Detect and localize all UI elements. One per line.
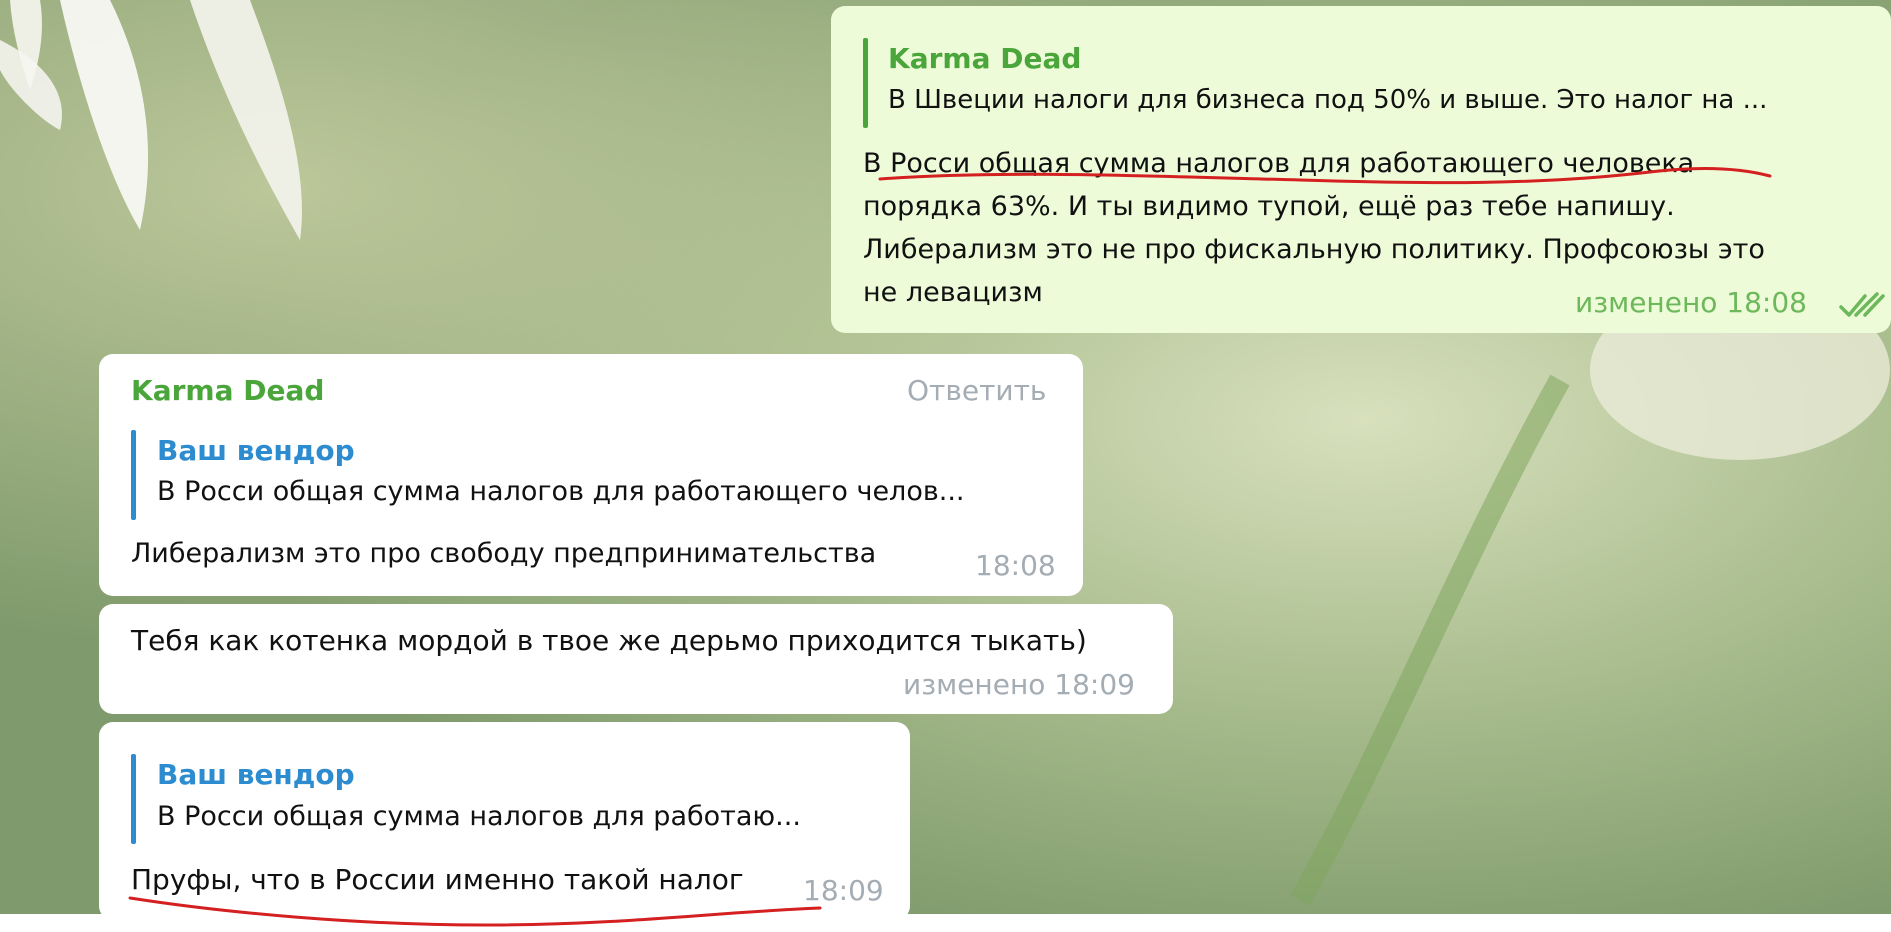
message-outgoing[interactable]: Karma Dead В Швеции налоги для бизнеса п… — [831, 6, 1891, 333]
reply-quote-text[interactable]: В Швеции налоги для бизнеса под 50% и вы… — [888, 85, 1767, 115]
message-text-line: Либерализм это не про фискальную политик… — [863, 234, 1765, 265]
message-text-line: не левацизм — [863, 277, 1043, 308]
message-incoming[interactable]: Тебя как котенка мордой в твое же дерьмо… — [99, 604, 1173, 714]
reply-quote-text[interactable]: В Росси общая сумма налогов для работающ… — [157, 476, 965, 507]
reply-quote-bar — [863, 38, 868, 128]
message-incoming[interactable]: Karma Dead Ответить Ваш вендор В Росси о… — [99, 354, 1083, 596]
reply-quote-sender[interactable]: Ваш вендор — [157, 758, 355, 791]
reply-quote-text[interactable]: В Росси общая сумма налогов для работаю.… — [157, 801, 801, 832]
message-timestamp: 18:08 — [975, 549, 1056, 582]
reply-quote-sender[interactable]: Ваш вендор — [157, 434, 355, 467]
message-text-line: Пруфы, что в России именно такой налог — [131, 863, 744, 896]
message-text-line: В Росси общая сумма налогов для работающ… — [863, 148, 1695, 179]
bottom-edge — [0, 914, 1891, 932]
message-text-line: порядка 63%. И ты видимо тупой, ещё раз … — [863, 191, 1675, 222]
reply-quote-bar — [131, 430, 136, 520]
reply-quote-sender[interactable]: Karma Dead — [888, 42, 1081, 75]
sender-name[interactable]: Karma Dead — [131, 374, 324, 407]
reply-button[interactable]: Ответить — [907, 374, 1046, 407]
double-check-icon — [1839, 290, 1885, 320]
message-text-line: Тебя как котенка мордой в твое же дерьмо… — [131, 624, 1087, 657]
message-incoming[interactable]: Ваш вендор В Росси общая сумма налогов д… — [99, 722, 910, 920]
message-timestamp: 18:09 — [803, 874, 884, 907]
message-text-line: Либерализм это про свободу предпринимате… — [131, 538, 877, 569]
message-timestamp: изменено 18:08 — [1575, 286, 1807, 319]
message-timestamp: изменено 18:09 — [903, 668, 1135, 701]
reply-quote-bar — [131, 754, 136, 844]
